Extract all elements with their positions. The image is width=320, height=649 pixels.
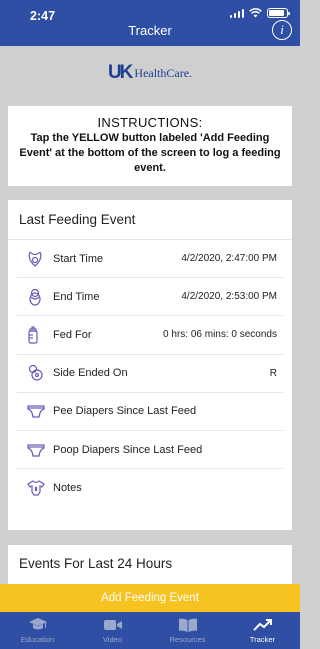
uk-logo-mark: UK	[107, 62, 133, 83]
instructions-body: Tap the YELLOW button labeled 'Add Feedi…	[19, 132, 281, 174]
battery-icon	[267, 8, 290, 18]
notes-row: Notes	[17, 469, 283, 507]
diaper-icon	[17, 443, 53, 457]
pee-diapers-row: Pee Diapers Since Last Feed	[17, 393, 283, 431]
tab-resources-label: Resources	[169, 635, 206, 644]
onesie-icon	[17, 480, 53, 496]
status-time: 2:47	[30, 9, 56, 23]
top-bar: 2:47 Tracker i	[0, 0, 300, 46]
status-icons	[229, 8, 290, 18]
logo: UK HealthCare.	[0, 46, 300, 100]
notes-label: Notes	[53, 482, 82, 495]
pee-diapers-label: Pee Diapers Since Last Feed	[53, 405, 197, 418]
tab-education-label: Education	[20, 635, 55, 644]
baby-bib-icon	[17, 250, 53, 268]
start-time-value: 4/2/2020, 2:47:00 PM	[181, 253, 277, 265]
diaper-icon	[17, 404, 53, 418]
tab-tracker[interactable]: Tracker	[225, 612, 300, 649]
logo-text: HealthCare.	[134, 65, 193, 80]
add-feeding-event-button[interactable]: Add Feeding Event	[0, 584, 300, 612]
end-time-value: 4/2/2020, 2:53:00 PM	[181, 291, 277, 303]
trend-arrow-icon	[252, 619, 272, 631]
info-icon[interactable]: i	[272, 20, 292, 40]
tab-bar: Education Video Resources Tracker	[0, 612, 300, 649]
side-ended-value: R	[269, 367, 277, 379]
instructions-card: INSTRUCTIONS: Tap the YELLOW button labe…	[8, 106, 292, 186]
nursing-icon	[17, 364, 53, 382]
fed-for-row: Fed For 0 hrs: 06 mins: 0 seconds	[17, 316, 283, 355]
tab-video-label: Video	[102, 635, 123, 644]
poop-diapers-label: Poop Diapers Since Last Feed	[53, 443, 203, 456]
fed-for-value: 0 hrs: 06 mins: 0 seconds	[163, 329, 277, 341]
tab-video[interactable]: Video	[75, 612, 150, 649]
events-24h-header: Events For Last 24 Hours	[19, 556, 173, 571]
end-time-row: End Time 4/2/2020, 2:53:00 PM	[17, 278, 283, 317]
poop-diapers-row: Poop Diapers Since Last Feed	[17, 431, 283, 470]
video-camera-icon	[103, 620, 122, 630]
tab-resources[interactable]: Resources	[150, 612, 225, 649]
page-title: Tracker	[128, 23, 172, 38]
instructions-title: INSTRUCTIONS:	[97, 115, 203, 130]
start-time-row: Start Time 4/2/2020, 2:47:00 PM	[17, 240, 283, 279]
side-ended-row: Side Ended On R	[17, 355, 283, 393]
start-time-label: Start Time	[53, 252, 104, 265]
bottle-icon	[17, 326, 53, 344]
end-time-label: End Time	[53, 290, 100, 303]
tab-tracker-label: Tracker	[249, 635, 276, 644]
side-ended-label: Side Ended On	[53, 367, 128, 380]
book-icon	[178, 618, 197, 632]
graduation-cap-icon	[28, 618, 47, 630]
last-feeding-card: Last Feeding Event Start Time 4/2/2020, …	[8, 200, 292, 530]
wifi-icon	[249, 8, 262, 18]
tab-education[interactable]: Education	[0, 612, 75, 649]
swaddled-baby-icon	[17, 288, 53, 306]
last-feeding-header: Last Feeding Event	[8, 200, 292, 240]
last-feeding-rows: Start Time 4/2/2020, 2:47:00 PM End Time…	[8, 240, 292, 507]
battery-fill	[269, 10, 285, 16]
fed-for-label: Fed For	[53, 328, 92, 341]
cellular-signal-icon	[229, 8, 244, 18]
